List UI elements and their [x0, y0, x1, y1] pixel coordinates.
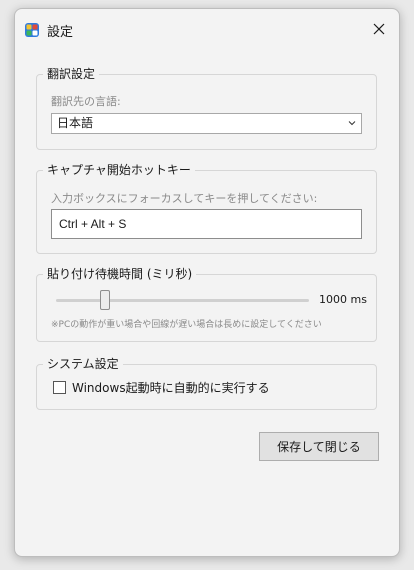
delay-slider-thumb[interactable]: [99, 290, 110, 310]
target-language-dropdown[interactable]: 日本語: [51, 113, 362, 134]
close-icon: [373, 23, 385, 35]
target-language-value: 日本語: [57, 116, 94, 130]
translation-settings-group: 翻訳設定 翻訳先の言語: 日本語: [36, 66, 377, 150]
delay-value-label: 1000 ms: [319, 293, 367, 306]
chevron-down-icon: [348, 121, 356, 126]
system-settings-label: システム設定: [43, 356, 123, 372]
delay-slider-track[interactable]: [56, 299, 309, 302]
window-title: 設定: [47, 25, 74, 40]
settings-dialog: 設定 翻訳設定 翻訳先の言語: 日本語 キャプチャ開始ホットキー 入力ボックスに…: [14, 8, 400, 557]
hotkey-instruction: 入力ボックスにフォーカスしてキーを押してください:: [51, 192, 318, 205]
run-at-startup-label[interactable]: Windows起動時に自動的に実行する: [72, 379, 270, 396]
target-language-label: 翻訳先の言語:: [51, 95, 121, 108]
hotkey-input[interactable]: [51, 209, 362, 239]
delay-note: ※PCの動作が重い場合や回線が遅い場合は長めに設定してください: [51, 320, 322, 330]
hotkey-settings-group: キャプチャ開始ホットキー 入力ボックスにフォーカスしてキーを押してください:: [36, 162, 377, 254]
paste-delay-label: 貼り付け待機時間 (ミリ秒): [43, 266, 197, 282]
translation-settings-label: 翻訳設定: [43, 66, 100, 82]
title-bar: 設定: [15, 9, 399, 49]
hotkey-settings-label: キャプチャ開始ホットキー: [43, 162, 195, 178]
paste-delay-group: 貼り付け待機時間 (ミリ秒) 1000 ms ※PCの動作が重い場合や回線が遅い…: [36, 266, 377, 342]
close-button[interactable]: [359, 9, 399, 49]
system-settings-group: システム設定 Windows起動時に自動的に実行する: [36, 356, 377, 410]
app-icon: [25, 22, 39, 37]
run-at-startup-checkbox[interactable]: [53, 381, 66, 394]
save-and-close-button[interactable]: 保存して閉じる: [259, 432, 379, 461]
